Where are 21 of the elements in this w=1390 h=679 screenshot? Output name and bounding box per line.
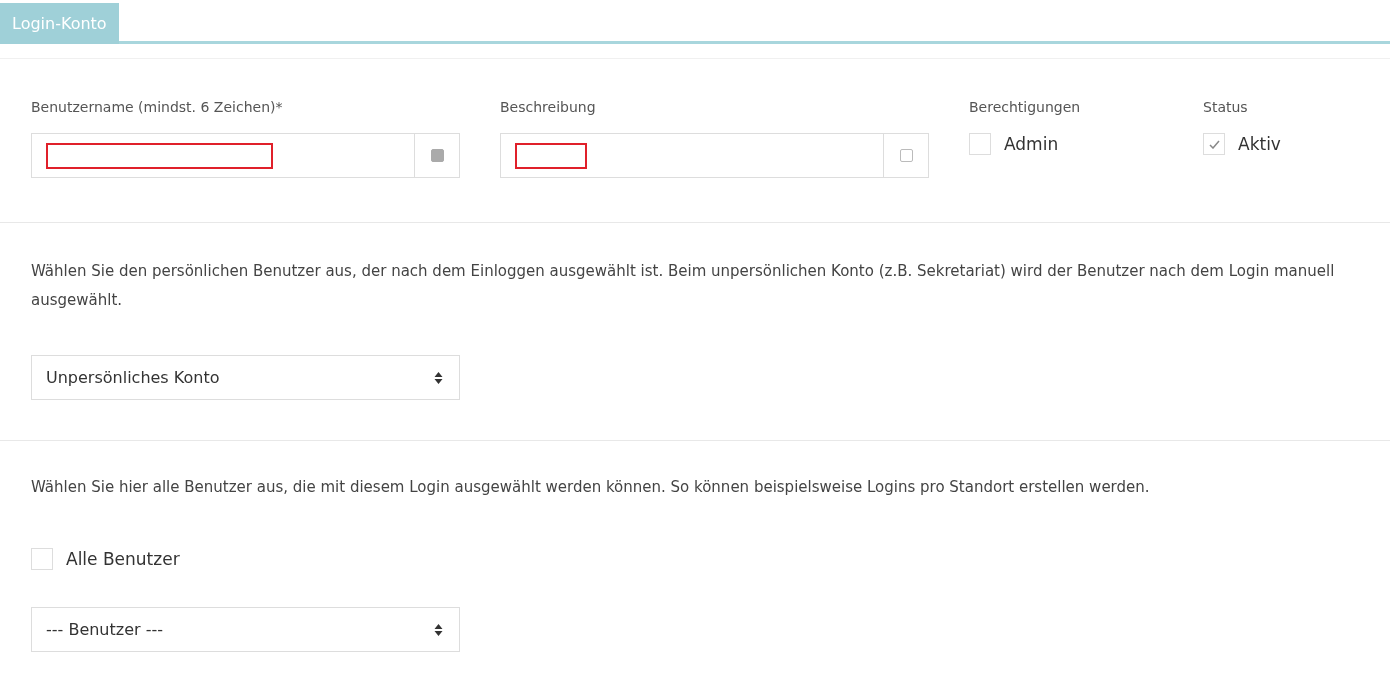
sort-caret-icon bbox=[434, 622, 443, 637]
field-label: Benutzername (mindst. 6 Zeichen)* bbox=[31, 99, 284, 115]
field-label: Berechtigungen bbox=[969, 99, 1082, 115]
input-field[interactable] bbox=[31, 133, 460, 178]
field-label: Status bbox=[1203, 99, 1249, 115]
help-text: Wählen Sie den persönlichen Benutzer aus, der nach dem Einloggen ausgewählt ist. Beim unpersönlichen Konto (z.B. Sekretariat) wird der Benutzer nach dem Login manuell ausgewählt. bbox=[31, 261, 1336, 311]
check-icon bbox=[1208, 139, 1220, 149]
checkbox-label: Admin bbox=[1004, 134, 1059, 154]
toggle-square-icon[interactable] bbox=[899, 149, 913, 162]
toggle-square-icon[interactable] bbox=[430, 149, 444, 162]
checkbox-label: Aktiv bbox=[1238, 134, 1281, 154]
field-label: Beschreibung bbox=[500, 99, 597, 115]
checkbox[interactable] bbox=[1203, 133, 1225, 155]
checkbox[interactable] bbox=[31, 548, 53, 570]
checkbox-label: Alle Benutzer bbox=[66, 549, 180, 569]
help-text: Wählen Sie hier alle Benutzer aus, die mit diesem Login ausgewählt werden können. So können beispielsweise Logins pro Standort erstellen werden. bbox=[31, 477, 1151, 498]
input-field[interactable] bbox=[500, 133, 929, 178]
select-dropdown[interactable]: Unpersönliches Konto bbox=[31, 355, 460, 400]
sort-caret-icon bbox=[434, 370, 443, 385]
checkbox[interactable] bbox=[969, 133, 991, 155]
select-dropdown[interactable]: --- Benutzer --- bbox=[31, 607, 460, 652]
